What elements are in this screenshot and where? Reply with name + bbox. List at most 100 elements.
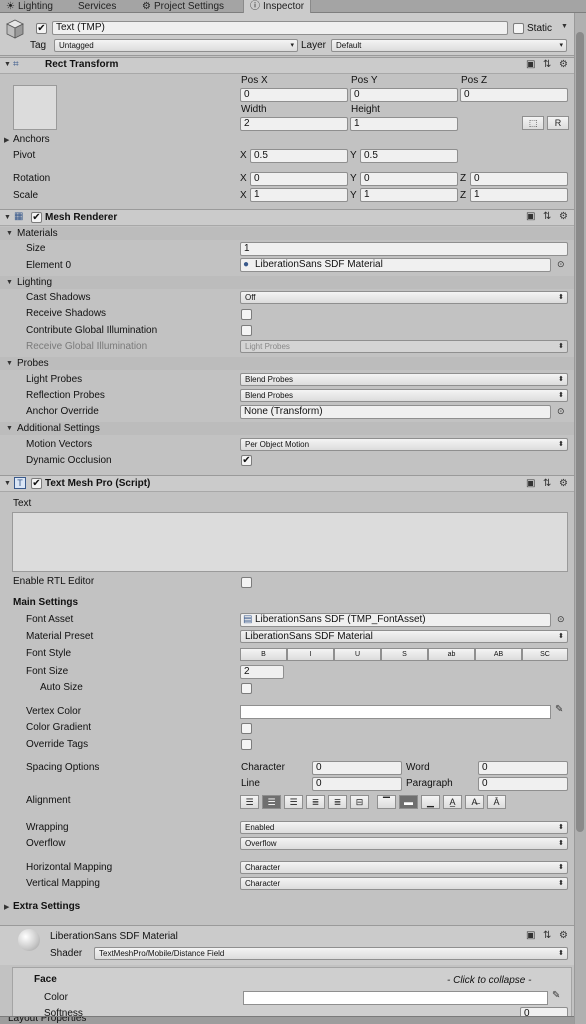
component-menu-gear-icon[interactable]: ⚙ xyxy=(559,211,568,222)
layout-properties-bar[interactable]: Layout Properties xyxy=(0,1016,574,1024)
font-size-field[interactable]: 2 xyxy=(240,665,284,679)
element0-object-field[interactable]: ● LiberationSans SDF Material xyxy=(240,258,551,272)
extra-settings-label[interactable]: Extra Settings xyxy=(13,901,80,913)
tag-dropdown[interactable]: Untagged ▾ xyxy=(54,39,298,52)
rotation-z-field[interactable]: 0 xyxy=(470,172,568,186)
vertex-color-swatch[interactable] xyxy=(240,705,551,719)
height-field[interactable]: 1 xyxy=(350,117,458,131)
font-asset-field[interactable]: ▤ LiberationSans SDF (TMP_FontAsset) xyxy=(240,613,551,627)
collapse-hint[interactable]: - Click to collapse - xyxy=(447,975,531,987)
color-gradient-checkbox[interactable] xyxy=(241,723,252,734)
align-flush-button[interactable]: ≣ xyxy=(328,795,347,809)
presets-icon[interactable]: ⇅ xyxy=(543,478,551,489)
align-bottom-button[interactable]: ▁ xyxy=(421,795,440,809)
foldout-expanded-icon[interactable]: ▼ xyxy=(4,214,11,221)
foldout-expanded-icon[interactable]: ▼ xyxy=(6,230,13,237)
blueprint-mode-button[interactable]: ⬚ xyxy=(522,116,544,130)
pos-y-field[interactable]: 0 xyxy=(350,88,458,102)
align-middle-button[interactable]: ▬ xyxy=(399,795,418,809)
tab-inspector[interactable]: ⓘ Inspector xyxy=(243,0,312,13)
help-book-icon[interactable]: ▣ xyxy=(526,930,535,941)
face-label[interactable]: Face xyxy=(34,974,57,986)
scale-z-field[interactable]: 1 xyxy=(470,188,568,202)
object-picker-icon[interactable]: ⊙ xyxy=(557,406,565,417)
component-menu-gear-icon[interactable]: ⚙ xyxy=(559,478,568,489)
overflow-dropdown[interactable]: Overflow ⬍ xyxy=(240,837,568,850)
anchor-presets-button[interactable] xyxy=(13,85,57,130)
component-menu-gear-icon[interactable]: ⚙ xyxy=(559,930,568,941)
tab-lighting[interactable]: ☀ Lighting xyxy=(0,0,59,13)
anchors-label[interactable]: Anchors xyxy=(13,134,50,146)
align-right-button[interactable]: ☰ xyxy=(284,795,303,809)
dynamic-occlusion-checkbox[interactable]: ✔ xyxy=(241,455,252,466)
foldout-collapsed-icon[interactable]: ▶ xyxy=(4,903,9,911)
eyedropper-icon[interactable]: ✎ xyxy=(555,704,563,715)
font-style-strikethrough-button[interactable]: S xyxy=(381,648,428,661)
object-picker-icon[interactable]: ⊙ xyxy=(557,259,565,270)
font-style-smallcaps-button[interactable]: SC xyxy=(522,648,568,661)
tab-project-settings[interactable]: ⚙ Project Settings xyxy=(136,0,230,13)
raw-edit-button[interactable]: R xyxy=(547,116,569,130)
scale-x-field[interactable]: 1 xyxy=(250,188,348,202)
pivot-y-field[interactable]: 0.5 xyxy=(360,149,458,163)
font-style-lowercase-button[interactable]: ab xyxy=(428,648,475,661)
lighting-subheader[interactable] xyxy=(0,276,574,289)
help-book-icon[interactable]: ▣ xyxy=(526,478,535,489)
foldout-expanded-icon[interactable]: ▼ xyxy=(4,61,11,68)
object-name-input[interactable]: Text (TMP) xyxy=(52,21,508,35)
align-capline-button[interactable]: Ā xyxy=(487,795,506,809)
horizontal-mapping-dropdown[interactable]: Character ⬍ xyxy=(240,861,568,874)
help-book-icon[interactable]: ▣ xyxy=(526,211,535,222)
mesh-renderer-enabled-checkbox[interactable]: ✔ xyxy=(31,212,42,223)
material-preset-dropdown[interactable]: LiberationSans SDF Material ⬍ xyxy=(240,630,568,643)
tmp-enabled-checkbox[interactable]: ✔ xyxy=(31,478,42,489)
pos-x-field[interactable]: 0 xyxy=(240,88,348,102)
align-geometry-center-button[interactable]: ⊟ xyxy=(350,795,369,809)
paragraph-spacing-field[interactable]: 0 xyxy=(478,777,568,791)
font-style-uppercase-button[interactable]: AB xyxy=(475,648,522,661)
wrapping-dropdown[interactable]: Enabled ⬍ xyxy=(240,821,568,834)
tab-services[interactable]: Services xyxy=(72,0,122,13)
motion-vectors-dropdown[interactable]: Per Object Motion ⬍ xyxy=(240,438,568,451)
foldout-expanded-icon[interactable]: ▼ xyxy=(6,425,13,432)
pivot-x-field[interactable]: 0.5 xyxy=(250,149,348,163)
align-justified-button[interactable]: ≣ xyxy=(306,795,325,809)
scrollbar-thumb[interactable] xyxy=(576,32,584,832)
width-field[interactable]: 2 xyxy=(240,117,348,131)
foldout-collapsed-icon[interactable]: ▶ xyxy=(4,136,9,144)
static-dropdown-arrow-icon[interactable]: ▼ xyxy=(561,23,568,30)
materials-subheader[interactable] xyxy=(0,227,574,240)
align-midline-button[interactable]: A̶ xyxy=(465,795,484,809)
help-book-icon[interactable]: ▣ xyxy=(526,59,535,70)
light-probes-dropdown[interactable]: Blend Probes ⬍ xyxy=(240,373,568,386)
presets-icon[interactable]: ⇅ xyxy=(543,211,551,222)
receive-shadows-checkbox[interactable] xyxy=(241,309,252,320)
override-tags-checkbox[interactable] xyxy=(241,739,252,750)
foldout-expanded-icon[interactable]: ▼ xyxy=(6,360,13,367)
presets-icon[interactable]: ⇅ xyxy=(543,59,551,70)
probes-subheader[interactable] xyxy=(0,357,574,370)
font-style-italic-button[interactable]: I xyxy=(287,648,334,661)
presets-icon[interactable]: ⇅ xyxy=(543,930,551,941)
anchor-override-field[interactable]: None (Transform) xyxy=(240,405,551,419)
rotation-y-field[interactable]: 0 xyxy=(360,172,458,186)
auto-size-checkbox[interactable] xyxy=(241,683,252,694)
foldout-expanded-icon[interactable]: ▼ xyxy=(4,480,11,487)
materials-size-field[interactable]: 1 xyxy=(240,242,568,256)
reflection-probes-dropdown[interactable]: Blend Probes ⬍ xyxy=(240,389,568,402)
align-baseline-button[interactable]: A̲ xyxy=(443,795,462,809)
active-checkbox[interactable]: ✔ xyxy=(36,23,47,34)
rotation-x-field[interactable]: 0 xyxy=(250,172,348,186)
vertical-mapping-dropdown[interactable]: Character ⬍ xyxy=(240,877,568,890)
cast-shadows-dropdown[interactable]: Off ⬍ xyxy=(240,291,568,304)
rtl-editor-checkbox[interactable] xyxy=(241,577,252,588)
scale-y-field[interactable]: 1 xyxy=(360,188,458,202)
component-menu-gear-icon[interactable]: ⚙ xyxy=(559,59,568,70)
shader-dropdown[interactable]: TextMeshPro/Mobile/Distance Field ⬍ xyxy=(94,947,568,960)
text-input-area[interactable] xyxy=(12,512,568,572)
foldout-expanded-icon[interactable]: ▼ xyxy=(6,279,13,286)
line-spacing-field[interactable]: 0 xyxy=(312,777,402,791)
word-spacing-field[interactable]: 0 xyxy=(478,761,568,775)
align-top-button[interactable]: ▔ xyxy=(377,795,396,809)
font-style-underline-button[interactable]: U xyxy=(334,648,381,661)
